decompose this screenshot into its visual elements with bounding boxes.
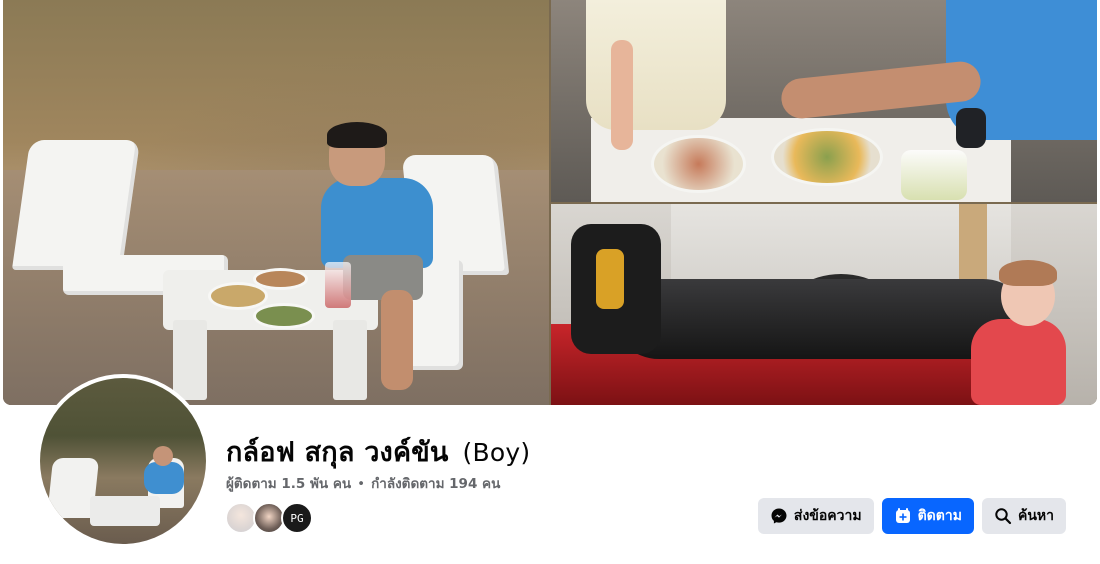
- followers-count[interactable]: ผู้ติดตาม 1.5 พัน คน: [226, 476, 351, 492]
- search-button[interactable]: ค้นหา: [981, 498, 1066, 534]
- message-button[interactable]: ส่งข้อความ: [757, 498, 874, 534]
- stats-separator: •: [357, 476, 366, 492]
- cover-photo-motorbike[interactable]: [551, 204, 1097, 405]
- profile-page: กล์อฟ สกุล วงค์ขัน (Boy) ผู้ติดตาม 1.5 พั…: [0, 0, 1100, 564]
- cover-photo-main[interactable]: [3, 0, 549, 405]
- follower-avatar[interactable]: PG: [281, 502, 313, 534]
- search-icon: [994, 507, 1012, 525]
- follow-button[interactable]: ติดตาม: [881, 498, 974, 534]
- message-button-label: ส่งข้อความ: [793, 507, 862, 523]
- follow-plus-icon: [894, 507, 912, 525]
- cover-photo-food[interactable]: [551, 0, 1097, 202]
- follower-avatar-initials: PG: [290, 511, 304, 525]
- profile-name: กล์อฟ สกุล วงค์ขัน (Boy): [226, 430, 530, 473]
- cover-photo-collage[interactable]: [3, 0, 1097, 405]
- profile-name-text: กล์อฟ สกุล วงค์ขัน: [226, 437, 449, 468]
- follower-avatars: PG: [225, 502, 313, 534]
- follow-button-label: ติดตาม: [917, 507, 962, 523]
- profile-actions: ส่งข้อความ ติดตาม ค้นหา: [757, 498, 1066, 534]
- profile-avatar-photo: [40, 378, 206, 544]
- profile-avatar[interactable]: [36, 374, 210, 548]
- search-button-label: ค้นหา: [1017, 507, 1054, 523]
- messenger-icon: [770, 507, 788, 525]
- profile-alternate-name: (Boy): [462, 438, 531, 467]
- following-count[interactable]: กำลังติดตาม 194 คน: [371, 476, 500, 492]
- profile-follow-stats: ผู้ติดตาม 1.5 พัน คน • กำลังติดตาม 194 คน: [226, 472, 500, 494]
